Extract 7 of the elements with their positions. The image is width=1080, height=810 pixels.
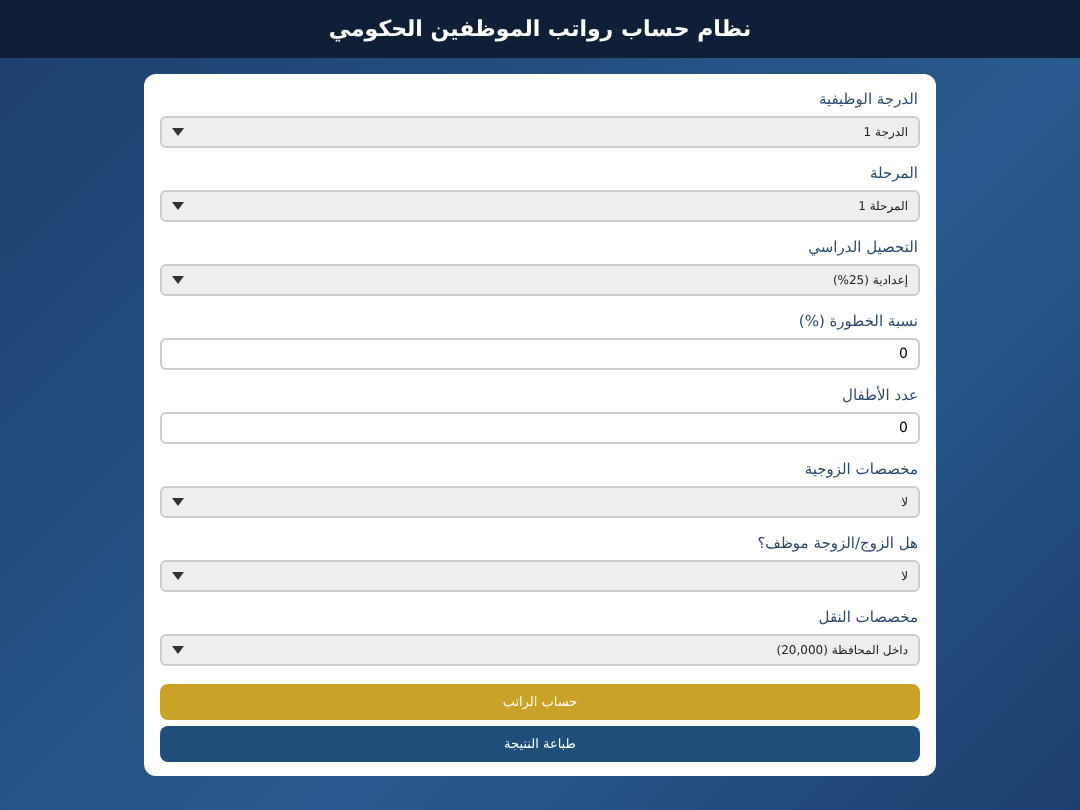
app-title: نظام حساب رواتب الموظفين الحكومي: [328, 16, 752, 42]
caret-icon: [172, 498, 184, 506]
caret-icon: [172, 202, 184, 210]
caret-icon: [172, 646, 184, 654]
caret-icon: [172, 128, 184, 136]
caret-icon: [172, 572, 184, 580]
caret-icon: [172, 276, 184, 284]
